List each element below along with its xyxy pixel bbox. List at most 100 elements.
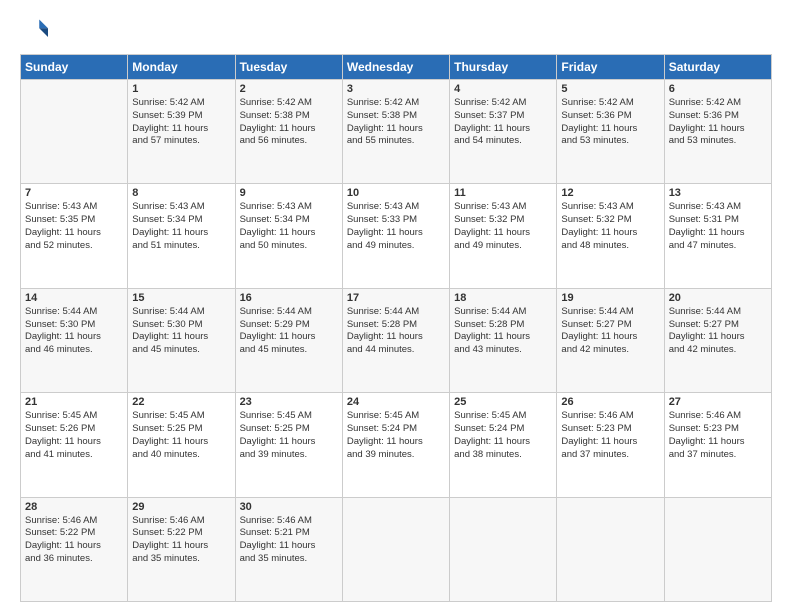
day-info: Sunrise: 5:44 AM Sunset: 5:28 PM Dayligh… — [454, 306, 552, 357]
day-info: Sunrise: 5:44 AM Sunset: 5:27 PM Dayligh… — [561, 306, 659, 357]
calendar-cell: 28Sunrise: 5:46 AM Sunset: 5:22 PM Dayli… — [21, 497, 128, 601]
calendar-cell: 22 Sunrise: 5:45 AM Sunset: 5:25 PM Dayli… — [128, 393, 235, 497]
calendar: SundayMondayTuesdayWednesdayThursdayFrid… — [20, 54, 772, 602]
calendar-header-monday: Monday — [128, 55, 235, 80]
day-info: Sunrise: 5:42 AM Sunset: 5:36 PM Dayligh… — [561, 97, 659, 148]
calendar-cell: 23Sunrise: 5:45 AM Sunset: 5:25 PM Dayli… — [235, 393, 342, 497]
day-info: Sunrise: 5:46 AM Sunset: 5:21 PM Dayligh… — [240, 515, 338, 566]
day-info: Sunrise: 5:42 AM Sunset: 5:36 PM Dayligh… — [669, 97, 767, 148]
calendar-cell: 14 Sunrise: 5:44 AM Sunset: 5:30 PM Dayli… — [21, 288, 128, 392]
calendar-cell: 3 Sunrise: 5:42 AM Sunset: 5:38 PM Daylig… — [342, 80, 449, 184]
calendar-cell — [450, 497, 557, 601]
calendar-week-2: 7 Sunrise: 5:43 AM Sunset: 5:35 PM Daylig… — [21, 184, 772, 288]
day-info: Sunrise: 5:43 AM Sunset: 5:35 PM Dayligh… — [25, 201, 123, 252]
calendar-cell: 29 Sunrise: 5:46 AM Sunset: 5:22 PM Dayli… — [128, 497, 235, 601]
day-number: 14 — [25, 292, 123, 304]
day-number: 29 — [132, 501, 230, 513]
day-number: 21 — [25, 396, 123, 408]
day-info: Sunrise: 5:42 AM Sunset: 5:38 PM Dayligh… — [347, 97, 445, 148]
day-number: 20 — [669, 292, 767, 304]
calendar-header-wednesday: Wednesday — [342, 55, 449, 80]
day-info: Sunrise: 5:42 AM Sunset: 5:38 PM Dayligh… — [240, 97, 338, 148]
calendar-header-tuesday: Tuesday — [235, 55, 342, 80]
calendar-cell: 27 Sunrise: 5:46 AM Sunset: 5:23 PM Dayli… — [664, 393, 771, 497]
day-number: 30 — [240, 501, 338, 513]
logo — [20, 16, 52, 44]
day-info: Sunrise: 5:42 AM Sunset: 5:37 PM Dayligh… — [454, 97, 552, 148]
calendar-cell: 19 Sunrise: 5:44 AM Sunset: 5:27 PM Dayli… — [557, 288, 664, 392]
calendar-cell: 4 Sunrise: 5:42 AM Sunset: 5:37 PM Daylig… — [450, 80, 557, 184]
calendar-cell — [664, 497, 771, 601]
day-info: Sunrise: 5:45 AM Sunset: 5:25 PM Dayligh… — [132, 410, 230, 461]
calendar-cell: 10 Sunrise: 5:43 AM Sunset: 5:33 PM Dayli… — [342, 184, 449, 288]
day-number: 28 — [25, 501, 123, 513]
day-info: Sunrise: 5:45 AM Sunset: 5:26 PM Dayligh… — [25, 410, 123, 461]
day-number: 7 — [25, 187, 123, 199]
calendar-cell: 2 Sunrise: 5:42 AM Sunset: 5:38 PM Daylig… — [235, 80, 342, 184]
calendar-cell: 30 Sunrise: 5:46 AM Sunset: 5:21 PM Dayli… — [235, 497, 342, 601]
calendar-cell: 24 Sunrise: 5:45 AM Sunset: 5:24 PM Dayli… — [342, 393, 449, 497]
day-number: 19 — [561, 292, 659, 304]
calendar-header-friday: Friday — [557, 55, 664, 80]
day-info: Sunrise: 5:44 AM Sunset: 5:27 PM Dayligh… — [669, 306, 767, 357]
calendar-cell: 9 Sunrise: 5:43 AM Sunset: 5:34 PM Daylig… — [235, 184, 342, 288]
calendar-cell: 5 Sunrise: 5:42 AM Sunset: 5:36 PM Daylig… — [557, 80, 664, 184]
day-number: 2 — [240, 83, 338, 95]
calendar-header-row: SundayMondayTuesdayWednesdayThursdayFrid… — [21, 55, 772, 80]
calendar-cell: 15Sunrise: 5:44 AM Sunset: 5:30 PM Dayli… — [128, 288, 235, 392]
calendar-cell: 26Sunrise: 5:46 AM Sunset: 5:23 PM Dayli… — [557, 393, 664, 497]
calendar-cell: 11Sunrise: 5:43 AM Sunset: 5:32 PM Dayli… — [450, 184, 557, 288]
day-info: Sunrise: 5:43 AM Sunset: 5:34 PM Dayligh… — [240, 201, 338, 252]
day-info: Sunrise: 5:44 AM Sunset: 5:28 PM Dayligh… — [347, 306, 445, 357]
header — [20, 16, 772, 44]
calendar-week-4: 21 Sunrise: 5:45 AM Sunset: 5:26 PM Dayli… — [21, 393, 772, 497]
calendar-cell: 18 Sunrise: 5:44 AM Sunset: 5:28 PM Dayli… — [450, 288, 557, 392]
calendar-cell: 8 Sunrise: 5:43 AM Sunset: 5:34 PM Daylig… — [128, 184, 235, 288]
calendar-cell: 17 Sunrise: 5:44 AM Sunset: 5:28 PM Dayli… — [342, 288, 449, 392]
calendar-cell — [21, 80, 128, 184]
calendar-week-1: 1 Sunrise: 5:42 AM Sunset: 5:39 PM Daylig… — [21, 80, 772, 184]
day-info: Sunrise: 5:46 AM Sunset: 5:22 PM Dayligh… — [132, 515, 230, 566]
day-number: 11 — [454, 187, 552, 199]
day-info: Sunrise: 5:46 AM Sunset: 5:23 PM Dayligh… — [561, 410, 659, 461]
day-number: 1 — [132, 83, 230, 95]
day-number: 10 — [347, 187, 445, 199]
day-number: 4 — [454, 83, 552, 95]
day-info: Sunrise: 5:43 AM Sunset: 5:32 PM Dayligh… — [561, 201, 659, 252]
calendar-cell: 13 Sunrise: 5:43 AM Sunset: 5:31 PM Dayli… — [664, 184, 771, 288]
calendar-cell: 20 Sunrise: 5:44 AM Sunset: 5:27 PM Dayli… — [664, 288, 771, 392]
calendar-week-3: 14 Sunrise: 5:44 AM Sunset: 5:30 PM Dayli… — [21, 288, 772, 392]
day-number: 18 — [454, 292, 552, 304]
day-info: Sunrise: 5:45 AM Sunset: 5:24 PM Dayligh… — [347, 410, 445, 461]
day-number: 17 — [347, 292, 445, 304]
day-info: Sunrise: 5:46 AM Sunset: 5:23 PM Dayligh… — [669, 410, 767, 461]
day-number: 8 — [132, 187, 230, 199]
day-info: Sunrise: 5:42 AM Sunset: 5:39 PM Dayligh… — [132, 97, 230, 148]
day-number: 16 — [240, 292, 338, 304]
calendar-cell — [342, 497, 449, 601]
day-number: 25 — [454, 396, 552, 408]
day-number: 27 — [669, 396, 767, 408]
day-number: 3 — [347, 83, 445, 95]
day-number: 5 — [561, 83, 659, 95]
day-number: 9 — [240, 187, 338, 199]
calendar-cell: 21 Sunrise: 5:45 AM Sunset: 5:26 PM Dayli… — [21, 393, 128, 497]
day-info: Sunrise: 5:44 AM Sunset: 5:30 PM Dayligh… — [25, 306, 123, 357]
calendar-header-sunday: Sunday — [21, 55, 128, 80]
calendar-cell: 6 Sunrise: 5:42 AM Sunset: 5:36 PM Daylig… — [664, 80, 771, 184]
day-number: 23 — [240, 396, 338, 408]
day-number: 22 — [132, 396, 230, 408]
day-number: 6 — [669, 83, 767, 95]
day-info: Sunrise: 5:43 AM Sunset: 5:34 PM Dayligh… — [132, 201, 230, 252]
calendar-cell: 16Sunrise: 5:44 AM Sunset: 5:29 PM Dayli… — [235, 288, 342, 392]
day-number: 15 — [132, 292, 230, 304]
day-number: 13 — [669, 187, 767, 199]
day-number: 24 — [347, 396, 445, 408]
calendar-cell: 1 Sunrise: 5:42 AM Sunset: 5:39 PM Daylig… — [128, 80, 235, 184]
day-info: Sunrise: 5:43 AM Sunset: 5:33 PM Dayligh… — [347, 201, 445, 252]
calendar-header-saturday: Saturday — [664, 55, 771, 80]
day-info: Sunrise: 5:43 AM Sunset: 5:31 PM Dayligh… — [669, 201, 767, 252]
calendar-week-5: 28 Sunrise: 5:46 AM Sunset: 5:22 PM Dayli… — [21, 497, 772, 601]
calendar-cell: 7 Sunrise: 5:43 AM Sunset: 5:35 PM Daylig… — [21, 184, 128, 288]
calendar-cell: 12Sunrise: 5:43 AM Sunset: 5:32 PM Dayli… — [557, 184, 664, 288]
